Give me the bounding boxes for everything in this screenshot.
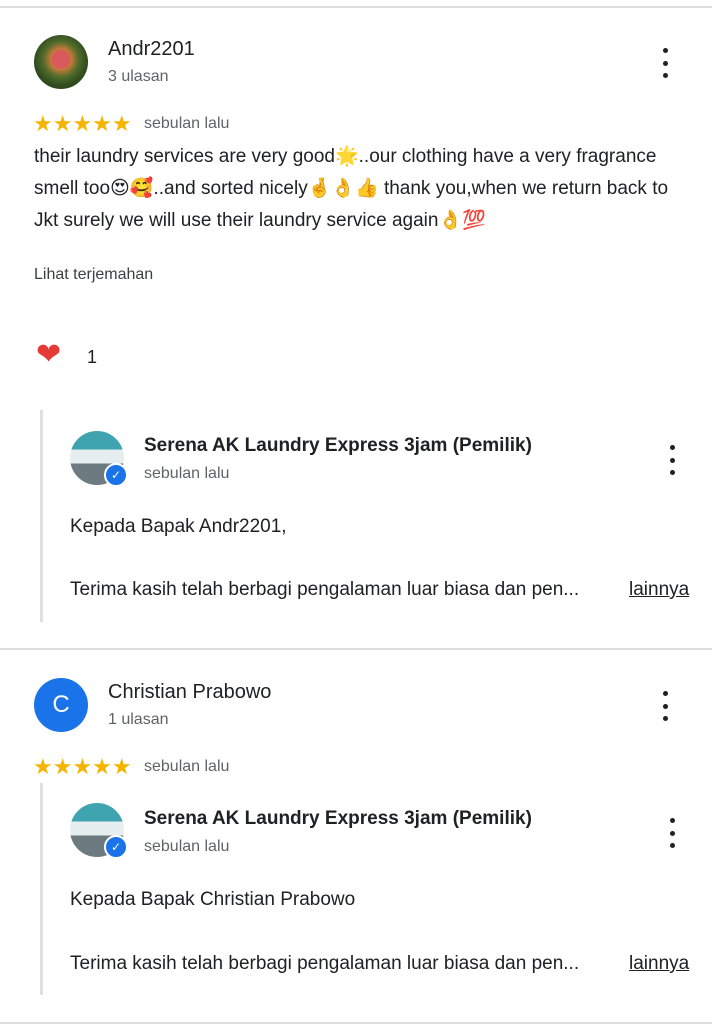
- like-count: 1: [87, 347, 98, 367]
- bottom-divider: [0, 1022, 712, 1024]
- owner-avatar[interactable]: ✓: [70, 803, 128, 859]
- review-text: their laundry services are very good🌟..o…: [34, 146, 669, 231]
- reviewer-name[interactable]: Andr2201: [108, 38, 195, 61]
- verified-check-icon: ✓: [104, 463, 128, 487]
- owner-reply-more-link[interactable]: lainnya: [629, 953, 689, 975]
- owner-reply-bar: [40, 783, 43, 995]
- heart-icon[interactable]: ❤: [36, 337, 61, 372]
- owner-reply-snippet: Terima kasih telah berbagi pengalaman lu…: [70, 579, 580, 600]
- owner-reply-bar: [40, 410, 43, 622]
- translate-link[interactable]: Lihat terjemahan: [34, 266, 153, 284]
- owner-reply-greeting: Kepada Bapak Christian Prabowo: [70, 889, 356, 910]
- more-options-icon[interactable]: [653, 691, 677, 721]
- more-options-icon[interactable]: [653, 48, 677, 78]
- verified-check-icon: ✓: [104, 835, 128, 859]
- reviewer-name[interactable]: Christian Prabowo: [108, 681, 271, 704]
- reviewer-avatar[interactable]: C: [34, 678, 88, 732]
- review-card: Andr2201 3 ulasan ★★★★★ sebulan lalu the…: [0, 0, 712, 648]
- owner-reply-time: sebulan lalu: [144, 465, 230, 482]
- owner-reply-greeting: Kepada Bapak Andr2201,: [70, 516, 287, 537]
- review-time: sebulan lalu: [144, 115, 230, 132]
- reviewer-avatar[interactable]: [34, 35, 88, 89]
- owner-reply-options-icon[interactable]: [660, 445, 684, 475]
- owner-name[interactable]: Serena AK Laundry Express 3jam (Pemilik): [144, 808, 532, 830]
- star-rating: ★★★★★: [33, 754, 132, 779]
- owner-name[interactable]: Serena AK Laundry Express 3jam (Pemilik): [144, 435, 532, 457]
- reviewer-review-count: 3 ulasan: [108, 68, 169, 85]
- review-card: C Christian Prabowo 1 ulasan ★★★★★ sebul…: [0, 650, 712, 1022]
- owner-avatar[interactable]: ✓: [70, 431, 128, 487]
- owner-reply-time: sebulan lalu: [144, 838, 230, 855]
- owner-reply-snippet: Terima kasih telah berbagi pengalaman lu…: [70, 953, 580, 974]
- owner-reply-options-icon[interactable]: [660, 818, 684, 848]
- star-rating: ★★★★★: [33, 111, 132, 136]
- owner-reply-more-link[interactable]: lainnya: [629, 579, 689, 601]
- reviewer-review-count: 1 ulasan: [108, 711, 169, 728]
- review-time: sebulan lalu: [144, 758, 230, 775]
